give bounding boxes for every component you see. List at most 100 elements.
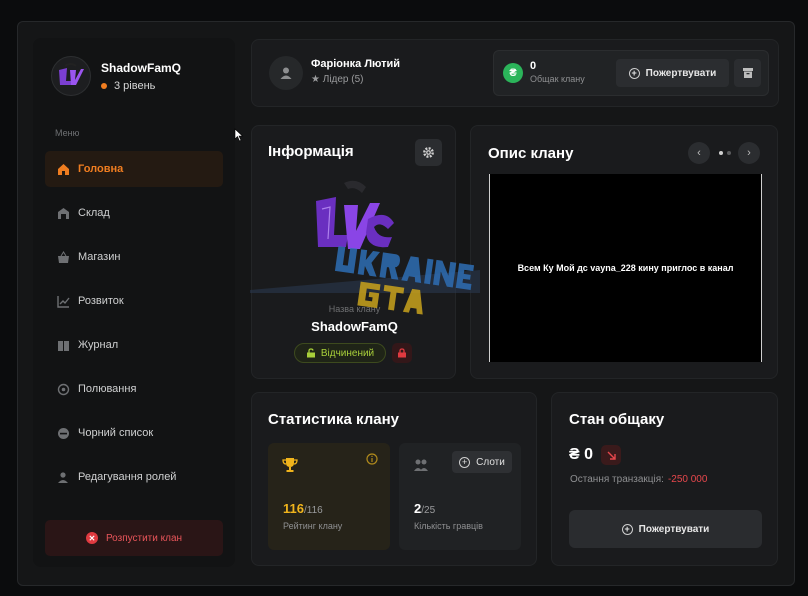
archive-button[interactable]: [734, 59, 761, 87]
sidebar-item-label: Магазин: [78, 251, 121, 263]
sidebar: ShadowFamQ 3 рівень Меню Головна Склад М…: [33, 38, 235, 567]
slots-button[interactable]: + Слоти: [452, 451, 512, 473]
fund-value: 0: [530, 60, 537, 72]
description-area: Всем Ку Мой дс vayna_228 кину приглос в …: [489, 174, 762, 362]
roles-icon: [57, 471, 70, 484]
target-icon: [57, 383, 70, 396]
prev-button[interactable]: ‹: [688, 142, 710, 164]
description-title: Опис клану: [488, 145, 574, 162]
sidebar-item-journal[interactable]: Журнал: [45, 327, 223, 363]
lock-clan-button[interactable]: [392, 343, 412, 363]
sidebar-item-label: Чорний список: [78, 427, 154, 439]
clan-name-caption: Назва клану: [328, 304, 381, 314]
pagination-dots: [719, 151, 735, 155]
rating-max: /116: [303, 505, 323, 516]
donate-button[interactable]: + Пожертвувати: [616, 59, 729, 87]
rating-label: Рейтинг клану: [283, 521, 343, 531]
next-button[interactable]: ›: [738, 142, 760, 164]
settings-button[interactable]: [415, 139, 442, 166]
menu-caption: Меню: [55, 128, 80, 138]
chevron-left-icon: ‹: [697, 147, 701, 159]
donate-fund-button[interactable]: + Пожертвувати: [569, 510, 762, 548]
players-stat: + Слоти 2/25 Кількість гравців: [399, 443, 521, 550]
players-label: Кількість гравців: [414, 521, 483, 531]
leader-avatar: [269, 56, 303, 90]
players-value: 2/25: [414, 501, 435, 516]
sidebar-item-label: Журнал: [78, 339, 119, 351]
rating-stat: 116/116 Рейтинг клану: [268, 443, 390, 550]
archive-icon: [742, 68, 753, 78]
plus-icon: +: [628, 67, 640, 79]
rating-value: 116/116: [283, 501, 323, 516]
lock-icon: [398, 348, 406, 358]
sidebar-item-roles[interactable]: Редагування ролей: [45, 459, 223, 495]
description-card: Опис клану ‹ › Всем Ку Мой дс vayna_228 …: [470, 125, 778, 379]
home-icon: [57, 163, 70, 176]
sidebar-item-shop[interactable]: Магазин: [45, 239, 223, 275]
fund-state-card: Стан общаку ₴ 0 Остання транзакція: -250 …: [551, 392, 778, 566]
users-icon: [414, 459, 428, 471]
stats-title: Статистика клану: [268, 411, 399, 428]
book-icon: [57, 339, 70, 352]
last-transaction: Остання транзакція: -250 000: [570, 474, 707, 485]
hryvnia-coin-icon: ₴: [503, 63, 523, 83]
sidebar-menu: Головна Склад Магазин Розвиток Журнал По…: [45, 151, 223, 503]
clan-logo-icon: [59, 63, 84, 85]
clan-profile: ShadowFamQ 3 рівень: [51, 56, 181, 96]
chart-icon: [57, 295, 70, 308]
clan-name-label: ShadowFamQ: [101, 60, 182, 75]
sidebar-item-warehouse[interactable]: Склад: [45, 195, 223, 231]
shop-icon: [57, 250, 70, 264]
clan-logo: [316, 180, 394, 249]
leader-name: Фаріонка Лютий: [311, 58, 401, 70]
level-dot-icon: [101, 82, 107, 89]
sidebar-item-label: Розвиток: [78, 295, 124, 307]
donate-fund-label: Пожертвувати: [638, 523, 710, 535]
clan-avatar: [51, 56, 91, 96]
clan-fund-widget: ₴ 0 Общак клану + Пожертвувати: [493, 50, 769, 96]
balance-row: ₴ 0: [569, 445, 622, 465]
status-label: Відчинений: [320, 347, 375, 359]
disband-label: Розпустити клан: [105, 532, 183, 544]
page-dot: [719, 151, 723, 155]
sidebar-item-label: Головна: [78, 163, 124, 175]
warehouse-icon: [57, 207, 70, 220]
trophy-icon: [282, 458, 298, 472]
stats-card: Статистика клану 116/116 Рейтинг клану +…: [251, 392, 537, 566]
blacklist-icon: [57, 427, 70, 440]
star-icon: ★: [311, 74, 323, 85]
fund-label: Общак клану: [530, 74, 585, 84]
rating-number: 116: [283, 501, 304, 516]
sidebar-item-label: Полювання: [78, 383, 137, 395]
info-title: Інформація: [268, 143, 354, 160]
sidebar-item-hunting[interactable]: Полювання: [45, 371, 223, 407]
sidebar-item-development[interactable]: Розвиток: [45, 283, 223, 319]
balance-value: ₴ 0: [569, 446, 594, 463]
leader-role-label: Лідер (5): [322, 74, 364, 85]
last-tx-value: -250 000: [667, 474, 708, 485]
user-icon: [280, 67, 292, 79]
disband-clan-button[interactable]: ✕ Розпустити клан: [45, 520, 223, 556]
plus-icon: +: [621, 523, 633, 535]
info-card: Інформація Назва клану ShadowFamQ Відчин…: [251, 125, 456, 379]
donate-label: Пожертвувати: [645, 67, 717, 79]
sidebar-item-blacklist[interactable]: Чорний список: [45, 415, 223, 451]
gear-icon: [423, 147, 434, 158]
last-tx-label: Остання транзакція:: [570, 474, 664, 485]
leader-role: ★ Лідер (5): [311, 74, 364, 85]
players-max: /25: [421, 505, 436, 516]
status-badge: Відчинений: [294, 343, 386, 363]
mouse-cursor-icon: [234, 128, 244, 142]
unlock-icon: [306, 348, 315, 358]
sidebar-item-home[interactable]: Головна: [45, 151, 223, 187]
plus-icon: +: [459, 456, 471, 468]
close-icon: ✕: [85, 532, 98, 544]
chevron-right-icon: ›: [747, 147, 751, 159]
clan-name: ShadowFamQ: [311, 319, 398, 334]
leader-bar: Фаріонка Лютий ★ Лідер (5) ₴ 0 Общак кла…: [251, 39, 779, 107]
info-icon[interactable]: [366, 453, 378, 465]
fund-state-title: Стан общаку: [569, 411, 665, 428]
sidebar-item-label: Редагування ролей: [78, 471, 177, 483]
slots-label: Слоти: [476, 456, 505, 468]
page-dot: [727, 151, 731, 155]
